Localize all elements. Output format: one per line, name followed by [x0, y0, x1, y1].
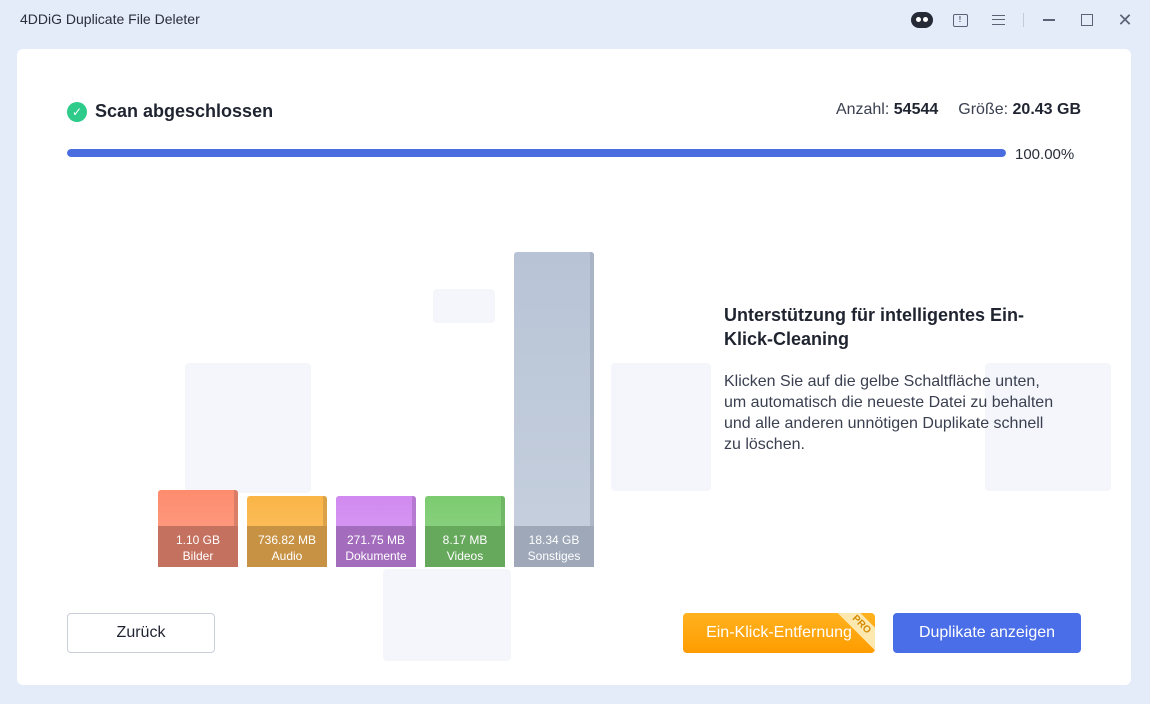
menu-button[interactable]: [979, 0, 1017, 40]
assistant-button[interactable]: [903, 0, 941, 40]
chart-bar-sonstiges: 18.34 GB Sonstiges: [514, 252, 594, 567]
titlebar-divider: [1023, 13, 1024, 27]
chart-bar-audio: 736.82 MB Audio: [247, 496, 327, 567]
info-text: Klicken Sie auf die gelbe Schaltfläche u…: [724, 373, 1054, 453]
bar-category-label: Videos: [446, 549, 484, 563]
maximize-button[interactable]: [1068, 0, 1106, 40]
app-title: 4DDiG Duplicate File Deleter: [20, 11, 200, 27]
scan-status-label: Scan abgeschlossen: [95, 101, 274, 121]
count-value: 54544: [893, 101, 939, 118]
progress-percent: 100.00%: [1015, 146, 1075, 163]
chart-bar-label: 18.34 GB Sonstiges: [514, 526, 594, 567]
feedback-button[interactable]: !: [941, 0, 979, 40]
maximize-icon: [1081, 14, 1093, 26]
size-value: 20.43 GB: [1012, 101, 1081, 118]
one-click-label: Ein-Klick-Entfernung: [706, 624, 852, 641]
bar-value-label: 18.34 GB: [528, 533, 580, 547]
file-count: Anzahl: 54544: [836, 101, 938, 119]
title-bar: 4DDiG Duplicate File Deleter ! ✕: [0, 0, 1150, 40]
chart-bar-label: 1.10 GB Bilder: [158, 526, 238, 567]
check-icon: ✓: [67, 101, 87, 122]
file-size: Größe: 20.43 GB: [958, 101, 1081, 119]
chart-bar-dokumente: 271.75 MB Dokumente: [336, 496, 416, 567]
one-click-removal-button[interactable]: Ein-Klick-Entfernung PRO: [683, 613, 875, 653]
feedback-icon: !: [952, 13, 968, 27]
count-label: Anzahl:: [835, 101, 890, 118]
window-controls: ! ✕: [903, 0, 1150, 40]
chart-bar-label: 271.75 MB Dokumente: [336, 526, 416, 567]
progress-bar: [67, 149, 1006, 157]
bar-category-label: Audio: [271, 549, 303, 563]
back-button[interactable]: Zurück: [67, 613, 215, 653]
bar-value-label: 736.82 MB: [257, 533, 317, 547]
chart-bar-videos: 8.17 MB Videos: [425, 496, 505, 567]
bar-value-label: 271.75 MB: [346, 533, 406, 547]
ghost-decoration: [383, 569, 511, 661]
bar-shade: [590, 252, 594, 567]
bar-value-label: 1.10 GB: [175, 533, 221, 547]
progress-fill: [67, 149, 1006, 157]
scan-stats: Anzahl: 54544 Größe: 20.43 GB: [836, 101, 1081, 119]
menu-icon: [991, 15, 1005, 25]
info-title: Unterstützung für intelligentes Ein-Klic…: [724, 305, 1024, 349]
ghost-decoration: [611, 363, 711, 491]
minimize-button[interactable]: [1030, 0, 1068, 40]
robot-icon: [911, 12, 933, 28]
chart-bar-label: 736.82 MB Audio: [247, 526, 327, 567]
bar-category-label: Dokumente: [345, 549, 407, 563]
close-button[interactable]: ✕: [1106, 0, 1144, 40]
bar-category-label: Sonstiges: [527, 549, 581, 563]
scan-status: ✓ Scan abgeschlossen: [67, 101, 273, 122]
main-panel: ✓ Scan abgeschlossen Anzahl: 54544 Größe…: [17, 49, 1131, 685]
show-duplicates-button[interactable]: Duplikate anzeigen: [893, 613, 1081, 653]
file-type-chart: 1.10 GB Bilder 736.82 MB Audio 271.75 MB Doku…: [158, 249, 598, 567]
minimize-icon: [1043, 19, 1055, 21]
size-label: Größe:: [958, 101, 1009, 118]
bar-value-label: 8.17 MB: [442, 533, 488, 547]
bar-category-label: Bilder: [182, 549, 214, 563]
chart-bar-label: 8.17 MB Videos: [425, 526, 505, 567]
chart-bar-bilder: 1.10 GB Bilder: [158, 489, 238, 567]
close-icon: ✕: [1117, 10, 1133, 30]
